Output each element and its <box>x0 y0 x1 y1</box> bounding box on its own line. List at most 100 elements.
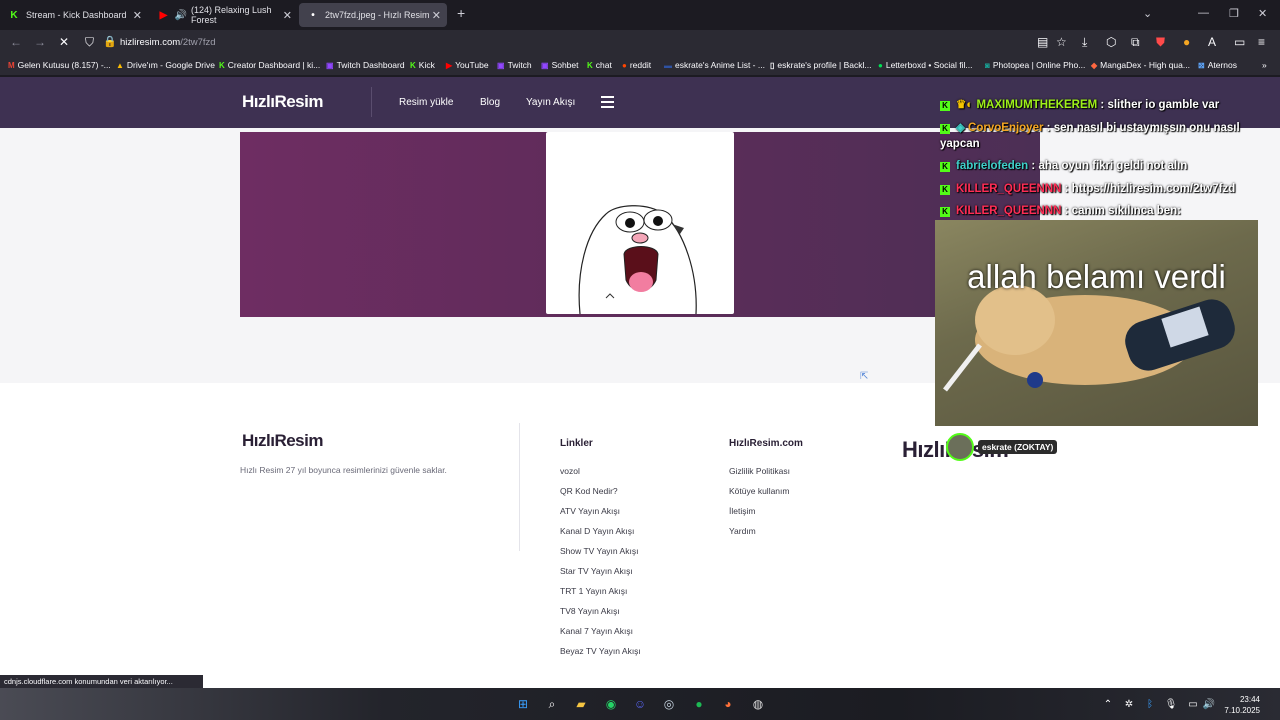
whatsapp-icon[interactable]: ◉ <box>603 696 619 712</box>
footer-link[interactable]: Kanal D Yayın Akışı <box>560 526 634 536</box>
footer-divider <box>519 423 520 551</box>
bookmarks-overflow-icon[interactable]: » <box>1262 60 1267 70</box>
close-icon[interactable]: ✕ <box>283 9 292 22</box>
chat-message-continued: yapcan <box>940 138 980 150</box>
network-icon[interactable]: ▭ <box>1185 696 1201 712</box>
mangadex-icon: ◆ <box>1091 60 1098 70</box>
windows-start-icon[interactable]: ⊞ <box>515 696 531 712</box>
cursor-icon: ⇱ <box>860 371 869 382</box>
footer-site-title: HızlıResim.com <box>729 438 803 449</box>
minimize-button[interactable]: — <box>1198 7 1209 19</box>
tab-kick-dashboard[interactable]: K Stream - Kick Dashboard ✕ <box>0 3 148 27</box>
bookmark-item[interactable]: M Gelen Kutusu (8.157) -... <box>8 60 111 70</box>
translate-icon[interactable]: A <box>1208 35 1216 49</box>
bookmark-item[interactable]: ▲ Drive'ım - Google Drive <box>116 60 215 70</box>
firefox-icon[interactable]: ◕ <box>720 696 736 712</box>
bookmark-item[interactable]: ▣ Twitch <box>497 60 532 70</box>
bookmark-item[interactable]: ◆ MangaDex - High qua... <box>1091 60 1190 70</box>
tab-title: (124) Relaxing Lush Forest <box>190 5 272 25</box>
url-bar[interactable]: hizliresim.com/2tw7fzd <box>120 37 216 48</box>
footer-link[interactable]: TRT 1 Yayın Akışı <box>560 586 627 596</box>
tab-hizliresim[interactable]: • 2tw7fzd.jpeg - Hızlı Resim ✕ <box>299 3 447 27</box>
badge-icon: ♛◐ <box>956 99 977 111</box>
bookmark-item[interactable]: ▬ eskrate's Anime List - ... <box>664 60 765 70</box>
footer-tagline: Hızlı Resim 27 yıl boyunca resimlerinizi… <box>240 465 447 475</box>
youtube-icon: ▶ <box>159 9 168 21</box>
settings-icon[interactable]: ✲ <box>1121 696 1137 712</box>
bluetooth-icon[interactable]: ᛒ <box>1142 696 1158 712</box>
screenshot-icon[interactable]: ⬡ <box>1106 35 1116 49</box>
nav-upload[interactable]: Resim yükle <box>399 97 453 108</box>
new-tab-button[interactable]: + <box>457 5 465 21</box>
lock-icon[interactable]: 🔒 <box>103 35 117 48</box>
ublock-icon[interactable]: ⛊ <box>1156 35 1165 50</box>
footer-link[interactable]: Kanal 7 Yayın Akışı <box>560 626 633 636</box>
bookmark-star-icon[interactable]: ☆ <box>1056 35 1067 49</box>
kick-icon: K <box>940 101 950 111</box>
footer-link[interactable]: İletişim <box>729 506 755 516</box>
close-window-button[interactable]: ✕ <box>1258 7 1267 20</box>
footer-link[interactable]: Kötüye kullanım <box>729 486 789 496</box>
footer-link[interactable]: Star TV Yayın Akışı <box>560 566 633 576</box>
search-icon[interactable]: ⌕ <box>544 696 560 712</box>
volume-icon[interactable]: 🔊 <box>1201 696 1217 712</box>
footer-link[interactable]: vozol <box>560 466 580 476</box>
bookmark-item[interactable]: ● Letterboxd • Social fil... <box>878 60 972 70</box>
tab-strip: K Stream - Kick Dashboard ✕ ▶ 🔊 (124) Re… <box>0 0 1280 30</box>
forward-icon[interactable]: → <box>34 35 46 49</box>
obs-icon[interactable]: ◍ <box>750 696 766 712</box>
tab-title: Stream - Kick Dashboard <box>26 10 127 20</box>
speaker-icon[interactable]: 🔊 <box>175 9 187 21</box>
footer-link[interactable]: TV8 Yayın Akışı <box>560 606 620 616</box>
nav-blog[interactable]: Blog <box>480 97 500 108</box>
microphone-icon[interactable]: 🎙 <box>1163 696 1179 712</box>
maximize-button[interactable]: ❐ <box>1229 7 1239 20</box>
site-logo[interactable]: HızlıResim <box>242 92 323 112</box>
footer-logo[interactable]: HızlıResim <box>242 431 323 451</box>
navigation-bar: ← → ✕ ⛉ 🔒 hizliresim.com/2tw7fzd ▤ ☆ ⤓ ⬡… <box>0 30 1280 56</box>
status-bar: cdnjs.cloudflare.com konumundan veri akt… <box>0 675 203 688</box>
bookmark-item[interactable]: ▣ Twitch Dashboard <box>326 60 405 70</box>
close-icon[interactable]: ✕ <box>133 9 142 22</box>
close-icon[interactable]: ✕ <box>432 9 441 22</box>
discord-icon[interactable]: ☺ <box>632 696 648 712</box>
file-explorer-icon[interactable]: ▰ <box>573 696 589 712</box>
shield-icon[interactable]: ⛉ <box>85 35 94 50</box>
footer-link[interactable]: Show TV Yayın Akışı <box>560 546 638 556</box>
reddit-icon: ● <box>622 60 627 70</box>
bookmark-item[interactable]: ⊠ Aternos <box>1198 60 1237 70</box>
chevron-down-icon[interactable]: ⌄ <box>1143 7 1152 20</box>
sidebar-icon[interactable]: ▭ <box>1234 35 1245 49</box>
reader-view-icon[interactable]: ▤ <box>1037 35 1048 49</box>
stop-icon[interactable]: ✕ <box>59 35 69 49</box>
bookmark-item[interactable]: K Creator Dashboard | ki... <box>219 60 320 70</box>
extensions-icon[interactable]: ⧉ <box>1131 35 1140 50</box>
bookmark-item[interactable]: K Kick <box>410 60 435 70</box>
tab-youtube[interactable]: ▶ 🔊 (124) Relaxing Lush Forest ✕ <box>150 3 298 27</box>
bookmark-item[interactable]: ▯ eskrate's profile | Backl... <box>770 60 871 70</box>
bookmark-item[interactable]: ◙ Photopea | Online Pho... <box>985 60 1085 70</box>
footer-link[interactable]: ATV Yayın Akışı <box>560 506 620 516</box>
back-icon[interactable]: ← <box>10 35 22 49</box>
uploaded-image[interactable] <box>546 132 734 315</box>
system-clock[interactable]: 23:44 7.10.2025 <box>1224 694 1260 716</box>
chat-message: K KILLER_QUEENNN : canım sıkılınca ben: <box>940 205 1181 217</box>
nav-schedule[interactable]: Yayın Akışı <box>526 97 575 108</box>
meme-caption: allah belamı verdi <box>967 258 1226 295</box>
bookmark-item[interactable]: ● reddit <box>622 60 651 70</box>
bookmark-item[interactable]: Kchat <box>587 60 612 70</box>
bookmark-item[interactable]: ▣ Sohbet <box>541 60 579 70</box>
menu-icon[interactable]: ≡ <box>1258 35 1265 49</box>
footer-link[interactable]: Beyaz TV Yayın Akışı <box>560 646 641 656</box>
chevron-up-icon[interactable]: ⌃ <box>1100 696 1116 712</box>
bookmark-item[interactable]: ▶ YouTube <box>446 60 489 70</box>
extension-icon[interactable]: ● <box>1183 35 1190 49</box>
footer-link[interactable]: Yardım <box>729 526 756 536</box>
footer-link[interactable]: Gizlilik Politikası <box>729 466 790 476</box>
download-icon[interactable]: ⤓ <box>1082 35 1087 50</box>
hamburger-menu-icon[interactable] <box>601 96 614 111</box>
footer-link[interactable]: QR Kod Nedir? <box>560 486 618 496</box>
steam-icon[interactable]: ◎ <box>661 696 677 712</box>
meme-overlay-image: allah belamı verdi <box>935 220 1258 426</box>
spotify-icon[interactable]: ● <box>691 696 707 712</box>
